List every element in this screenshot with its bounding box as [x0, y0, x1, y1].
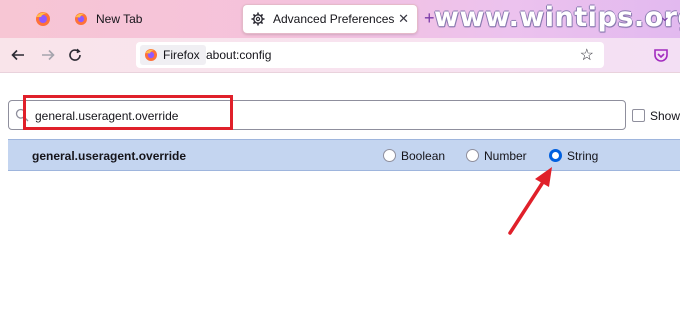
- close-icon[interactable]: ✕: [398, 11, 409, 27]
- annotation-arrow-icon: [508, 167, 552, 235]
- new-tab-plus-icon[interactable]: +: [424, 8, 435, 28]
- navigation-toolbar: Firefox about:config ☆: [0, 38, 680, 73]
- reload-icon[interactable]: [64, 44, 86, 66]
- identity-label: Firefox: [163, 48, 200, 62]
- url-text[interactable]: about:config: [206, 48, 271, 62]
- about-config-page: general.useragent.override Show general.…: [0, 73, 680, 332]
- tab-strip: New Tab Advanced Preferences ✕ + www.win…: [0, 0, 680, 38]
- back-arrow-icon[interactable]: [7, 44, 29, 66]
- firefox-logo-icon: [36, 12, 50, 26]
- tab-new-tab[interactable]: New Tab: [66, 5, 226, 33]
- tab-label: Advanced Preferences: [273, 12, 395, 26]
- firefox-logo-icon: [145, 49, 157, 61]
- forward-arrow-icon[interactable]: [37, 44, 59, 66]
- watermark: www.wintips.org: [434, 2, 680, 33]
- gear-icon: [251, 12, 265, 26]
- chevron-down-icon[interactable]: ⌄: [659, 8, 671, 25]
- tab-advanced-preferences[interactable]: Advanced Preferences ✕: [243, 5, 417, 33]
- firefox-logo-icon: [75, 13, 87, 25]
- url-bar[interactable]: Firefox about:config ☆: [136, 42, 604, 68]
- bookmark-star-icon[interactable]: ☆: [580, 45, 594, 65]
- identity-box[interactable]: Firefox: [140, 45, 206, 65]
- pocket-icon[interactable]: [653, 47, 669, 63]
- tab-label: New Tab: [96, 12, 143, 26]
- pinned-tab[interactable]: [32, 8, 54, 30]
